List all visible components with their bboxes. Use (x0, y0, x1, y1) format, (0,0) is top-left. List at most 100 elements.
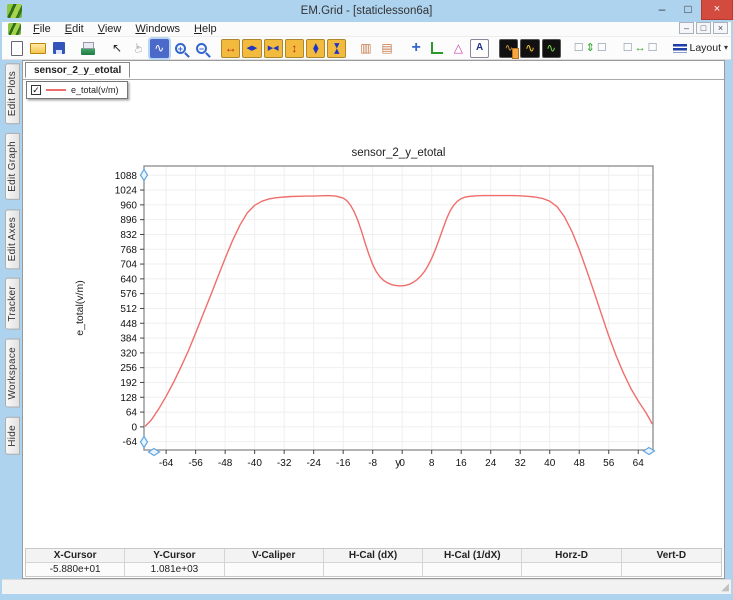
chart[interactable]: sensor_2_y_etotal e_total(v/m) y -64-56-… (23, 61, 724, 531)
svg-text:0: 0 (399, 458, 405, 469)
plot-style-dark-icon[interactable]: ∿ (520, 39, 539, 58)
menu-edit[interactable]: Edit (58, 23, 91, 35)
svg-text:-16: -16 (336, 458, 351, 469)
resize-grip-icon[interactable]: ◢ (721, 583, 729, 593)
expand-y-icon[interactable]: ◀▶ (306, 39, 325, 58)
checkmark-icon: ✓ (32, 85, 40, 95)
svg-text:-56: -56 (188, 458, 203, 469)
print-icon[interactable] (78, 39, 97, 58)
svg-text:1024: 1024 (115, 186, 138, 197)
menu-windows[interactable]: Windows (128, 23, 187, 35)
svg-text:-48: -48 (218, 458, 233, 469)
document-tab[interactable]: sensor_2_y_etotal (25, 62, 130, 78)
status-value-3 (324, 563, 423, 576)
svg-text:448: 448 (120, 319, 137, 330)
svg-text:-64: -64 (159, 458, 174, 469)
status-value-4 (423, 563, 522, 576)
svg-text:24: 24 (485, 458, 497, 469)
status-bar: ◢ (2, 579, 731, 594)
sidebar-tab-tracker[interactable]: Tracker (5, 278, 20, 330)
crosshair-cursor-icon[interactable]: + (407, 39, 426, 58)
split-columns-icon[interactable]: ▥ (356, 39, 375, 58)
status-column-4: H-Cal (1/dX) (423, 549, 522, 563)
text-label-icon[interactable]: A (470, 39, 489, 58)
compress-x-icon[interactable]: ▶◀ (264, 39, 283, 58)
svg-text:256: 256 (120, 363, 137, 374)
svg-text:896: 896 (120, 215, 137, 226)
horizontal-spacing-icon[interactable]: ☐↔☐ (620, 39, 661, 58)
select-cursor-icon[interactable]: ↖ (108, 39, 127, 58)
menu-bar: FileEditViewWindowsHelp (26, 23, 224, 35)
status-column-6: Vert-D (622, 549, 721, 563)
svg-text:8: 8 (429, 458, 435, 469)
legend: ✓ e_total(v/m) (26, 81, 128, 99)
svg-text:-40: -40 (247, 458, 262, 469)
status-column-0: X-Cursor (26, 549, 125, 563)
mdi-restore-button[interactable]: □ (696, 22, 711, 34)
window-title: EM.Grid - [staticlesson6a] (0, 5, 733, 17)
new-file-icon[interactable] (7, 39, 26, 58)
split-rows-icon[interactable]: ▤ (377, 39, 396, 58)
layout-button[interactable]: Layout▾ (671, 39, 731, 58)
sidebar-tab-workspace[interactable]: Workspace (5, 339, 20, 408)
title-bar: EM.Grid - [staticlesson6a] – □ × (0, 0, 733, 22)
maximize-button[interactable]: □ (675, 0, 701, 20)
pan-hand-icon[interactable]: ☞ (129, 39, 148, 58)
app-logo-icon (7, 4, 22, 18)
plot-style-dark2-icon[interactable]: ∿ (542, 39, 561, 58)
svg-text:-64: -64 (123, 437, 138, 448)
copy-plot-icon[interactable] (499, 39, 518, 58)
expand-x-icon[interactable]: ◀▶ (242, 39, 261, 58)
open-file-icon[interactable] (28, 39, 47, 58)
svg-text:960: 960 (120, 200, 137, 211)
svg-text:768: 768 (120, 245, 137, 256)
sidebar-tab-edit-plots[interactable]: Edit Plots (5, 63, 20, 124)
svg-text:192: 192 (120, 378, 137, 389)
zoom-out-icon[interactable]: − (192, 39, 211, 58)
menu-help[interactable]: Help (187, 23, 224, 35)
svg-text:128: 128 (120, 393, 137, 404)
status-table: X-CursorY-CursorV-CaliperH-Cal (dX)H-Cal… (25, 548, 722, 577)
compress-y-icon[interactable]: ▶◀ (327, 39, 346, 58)
legend-line-sample (46, 89, 66, 91)
zoom-in-icon[interactable]: + (171, 39, 190, 58)
mdi-close-button[interactable]: × (713, 22, 728, 34)
stretch-y-icon[interactable]: ↕ (285, 39, 304, 58)
mdi-minimize-button[interactable]: – (679, 22, 694, 34)
menu-view[interactable]: View (91, 23, 129, 35)
svg-text:32: 32 (515, 458, 527, 469)
main-area: Edit Plots Edit Graph Edit Axes Tracker Work… (2, 60, 725, 579)
svg-text:640: 640 (120, 274, 137, 285)
svg-text:40: 40 (544, 458, 556, 469)
zoom-trace-icon[interactable]: ∿ (150, 39, 169, 58)
svg-text:-32: -32 (277, 458, 292, 469)
svg-text:16: 16 (456, 458, 468, 469)
svg-text:832: 832 (120, 230, 137, 241)
axes-tracker-icon[interactable] (428, 39, 447, 58)
svg-text:320: 320 (120, 348, 137, 359)
menu-file[interactable]: File (26, 23, 58, 35)
menu-bar-row: FileEditViewWindowsHelp – □ × (2, 22, 731, 37)
svg-text:48: 48 (574, 458, 586, 469)
status-value-5 (522, 563, 621, 576)
legend-checkbox[interactable]: ✓ (31, 85, 41, 95)
sidebar-tab-edit-graph[interactable]: Edit Graph (5, 133, 20, 200)
layout-icon (673, 44, 687, 53)
axis-handle-top-left[interactable] (141, 170, 148, 181)
axis-handle-bottom-left[interactable] (141, 437, 148, 448)
sidebar-tab-hide[interactable]: Hide (5, 417, 20, 455)
sidebar-tab-edit-axes[interactable]: Edit Axes (5, 209, 20, 269)
save-icon[interactable] (49, 39, 68, 58)
app-logo-icon (8, 23, 21, 35)
vertical-spacing-icon[interactable]: ☐⇕☐ (571, 39, 610, 58)
stretch-x-icon[interactable]: ↔ (221, 39, 240, 58)
legend-label: e_total(v/m) (71, 85, 119, 95)
plot-canvas[interactable]: -64-56-48-40-32-24-16-80816243240485664-… (23, 61, 724, 531)
status-value-0: -5.880e+01 (26, 563, 125, 576)
caliper-triangle-icon[interactable]: △ (449, 39, 468, 58)
status-column-1: Y-Cursor (125, 549, 224, 563)
status-column-5: Horz-D (522, 549, 621, 563)
minimize-button[interactable]: – (649, 0, 675, 20)
close-button[interactable]: × (701, 0, 733, 20)
svg-text:-8: -8 (368, 458, 377, 469)
